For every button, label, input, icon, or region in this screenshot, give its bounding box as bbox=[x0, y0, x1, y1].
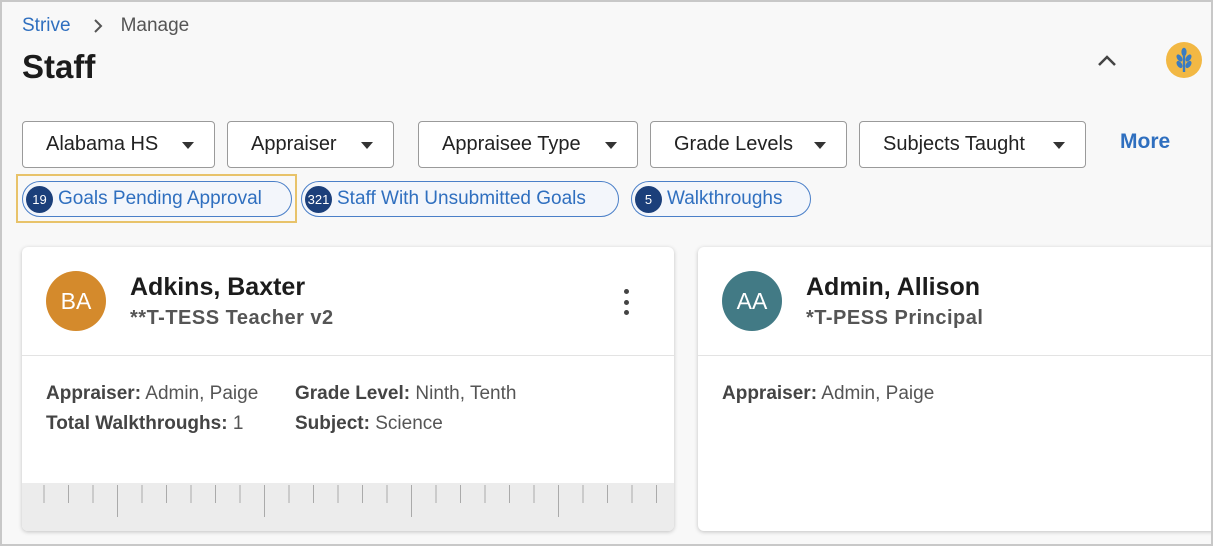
filter-grade-levels[interactable]: Grade Levels bbox=[650, 121, 847, 168]
breadcrumb-link-strive[interactable]: Strive bbox=[22, 15, 71, 37]
staff-name: Adkins, Baxter bbox=[130, 273, 306, 301]
more-filters-link[interactable]: More bbox=[1120, 130, 1170, 154]
caret-down-icon bbox=[605, 142, 617, 149]
subject-field: Subject: Science bbox=[295, 413, 443, 435]
chip-count-badge: 5 bbox=[635, 185, 662, 213]
avatar: AA bbox=[722, 271, 782, 331]
field-label: Subject: bbox=[295, 413, 370, 434]
chip-label: Walkthroughs bbox=[667, 188, 783, 209]
card-divider bbox=[698, 355, 1211, 356]
chip-staff-unsubmitted-goals[interactable]: 321 Staff With Unsubmitted Goals bbox=[301, 181, 619, 217]
filter-label: Subjects Taught bbox=[883, 133, 1025, 155]
timeline-ruler bbox=[22, 483, 674, 531]
field-value: Ninth, Tenth bbox=[415, 383, 517, 404]
caret-down-icon bbox=[814, 142, 826, 149]
walkthroughs-field: Total Walkthroughs: 1 bbox=[46, 413, 243, 435]
field-label: Appraiser: bbox=[722, 383, 818, 404]
chip-label: Staff With Unsubmitted Goals bbox=[337, 188, 586, 209]
field-value: Science bbox=[375, 413, 443, 434]
filter-appraiser[interactable]: Appraiser bbox=[227, 121, 394, 168]
staff-card[interactable]: AA Admin, Allison *T-PESS Principal Appr… bbox=[698, 247, 1211, 531]
caret-down-icon bbox=[1053, 142, 1065, 149]
breadcrumb: Strive Manage bbox=[22, 15, 189, 37]
card-divider bbox=[22, 355, 674, 356]
breadcrumb-current: Manage bbox=[120, 15, 190, 36]
avatar: BA bbox=[46, 271, 106, 331]
filter-label: Alabama HS bbox=[46, 133, 159, 155]
page-title: Staff bbox=[22, 48, 96, 85]
field-label: Total Walkthroughs: bbox=[46, 413, 228, 434]
app-window: Strive Manage Staff Alabama HS Appraiser… bbox=[0, 0, 1213, 546]
chip-count-badge: 321 bbox=[305, 185, 332, 213]
app-logo[interactable] bbox=[1166, 42, 1202, 78]
filter-label: Appraiser bbox=[251, 133, 337, 155]
filter-school[interactable]: Alabama HS bbox=[22, 121, 215, 168]
appraiser-field: Appraiser: Admin, Paige bbox=[46, 383, 258, 405]
filter-label: Grade Levels bbox=[674, 133, 793, 155]
appraiser-field: Appraiser: Admin, Paige bbox=[722, 383, 934, 405]
chip-goals-pending-approval[interactable]: 19 Goals Pending Approval bbox=[22, 181, 292, 217]
filter-subjects-taught[interactable]: Subjects Taught bbox=[859, 121, 1086, 168]
chevron-up-icon bbox=[1098, 55, 1116, 66]
chip-walkthroughs[interactable]: 5 Walkthroughs bbox=[631, 181, 811, 217]
field-value: 1 bbox=[232, 413, 244, 434]
staff-name: Admin, Allison bbox=[806, 273, 981, 301]
field-value: Admin, Paige bbox=[821, 383, 935, 404]
staff-card[interactable]: BA Adkins, Baxter **T-TESS Teacher v2 Ap… bbox=[22, 247, 674, 531]
field-label: Grade Level: bbox=[295, 383, 411, 404]
chip-count-badge: 19 bbox=[26, 185, 53, 213]
staff-role: *T-PESS Principal bbox=[806, 307, 984, 329]
caret-down-icon bbox=[361, 142, 373, 149]
field-label: Appraiser: bbox=[46, 383, 142, 404]
filter-label: Appraisee Type bbox=[442, 133, 581, 155]
chevron-right-icon bbox=[93, 19, 103, 33]
filter-appraisee-type[interactable]: Appraisee Type bbox=[418, 121, 638, 168]
more-options-icon[interactable] bbox=[618, 287, 634, 317]
wheat-logo-icon bbox=[1166, 42, 1202, 78]
field-value: Admin, Paige bbox=[145, 383, 259, 404]
collapse-button[interactable] bbox=[1092, 46, 1122, 76]
grade-level-field: Grade Level: Ninth, Tenth bbox=[295, 383, 516, 405]
chip-label: Goals Pending Approval bbox=[58, 188, 262, 209]
caret-down-icon bbox=[182, 142, 194, 149]
staff-role: **T-TESS Teacher v2 bbox=[130, 307, 334, 329]
